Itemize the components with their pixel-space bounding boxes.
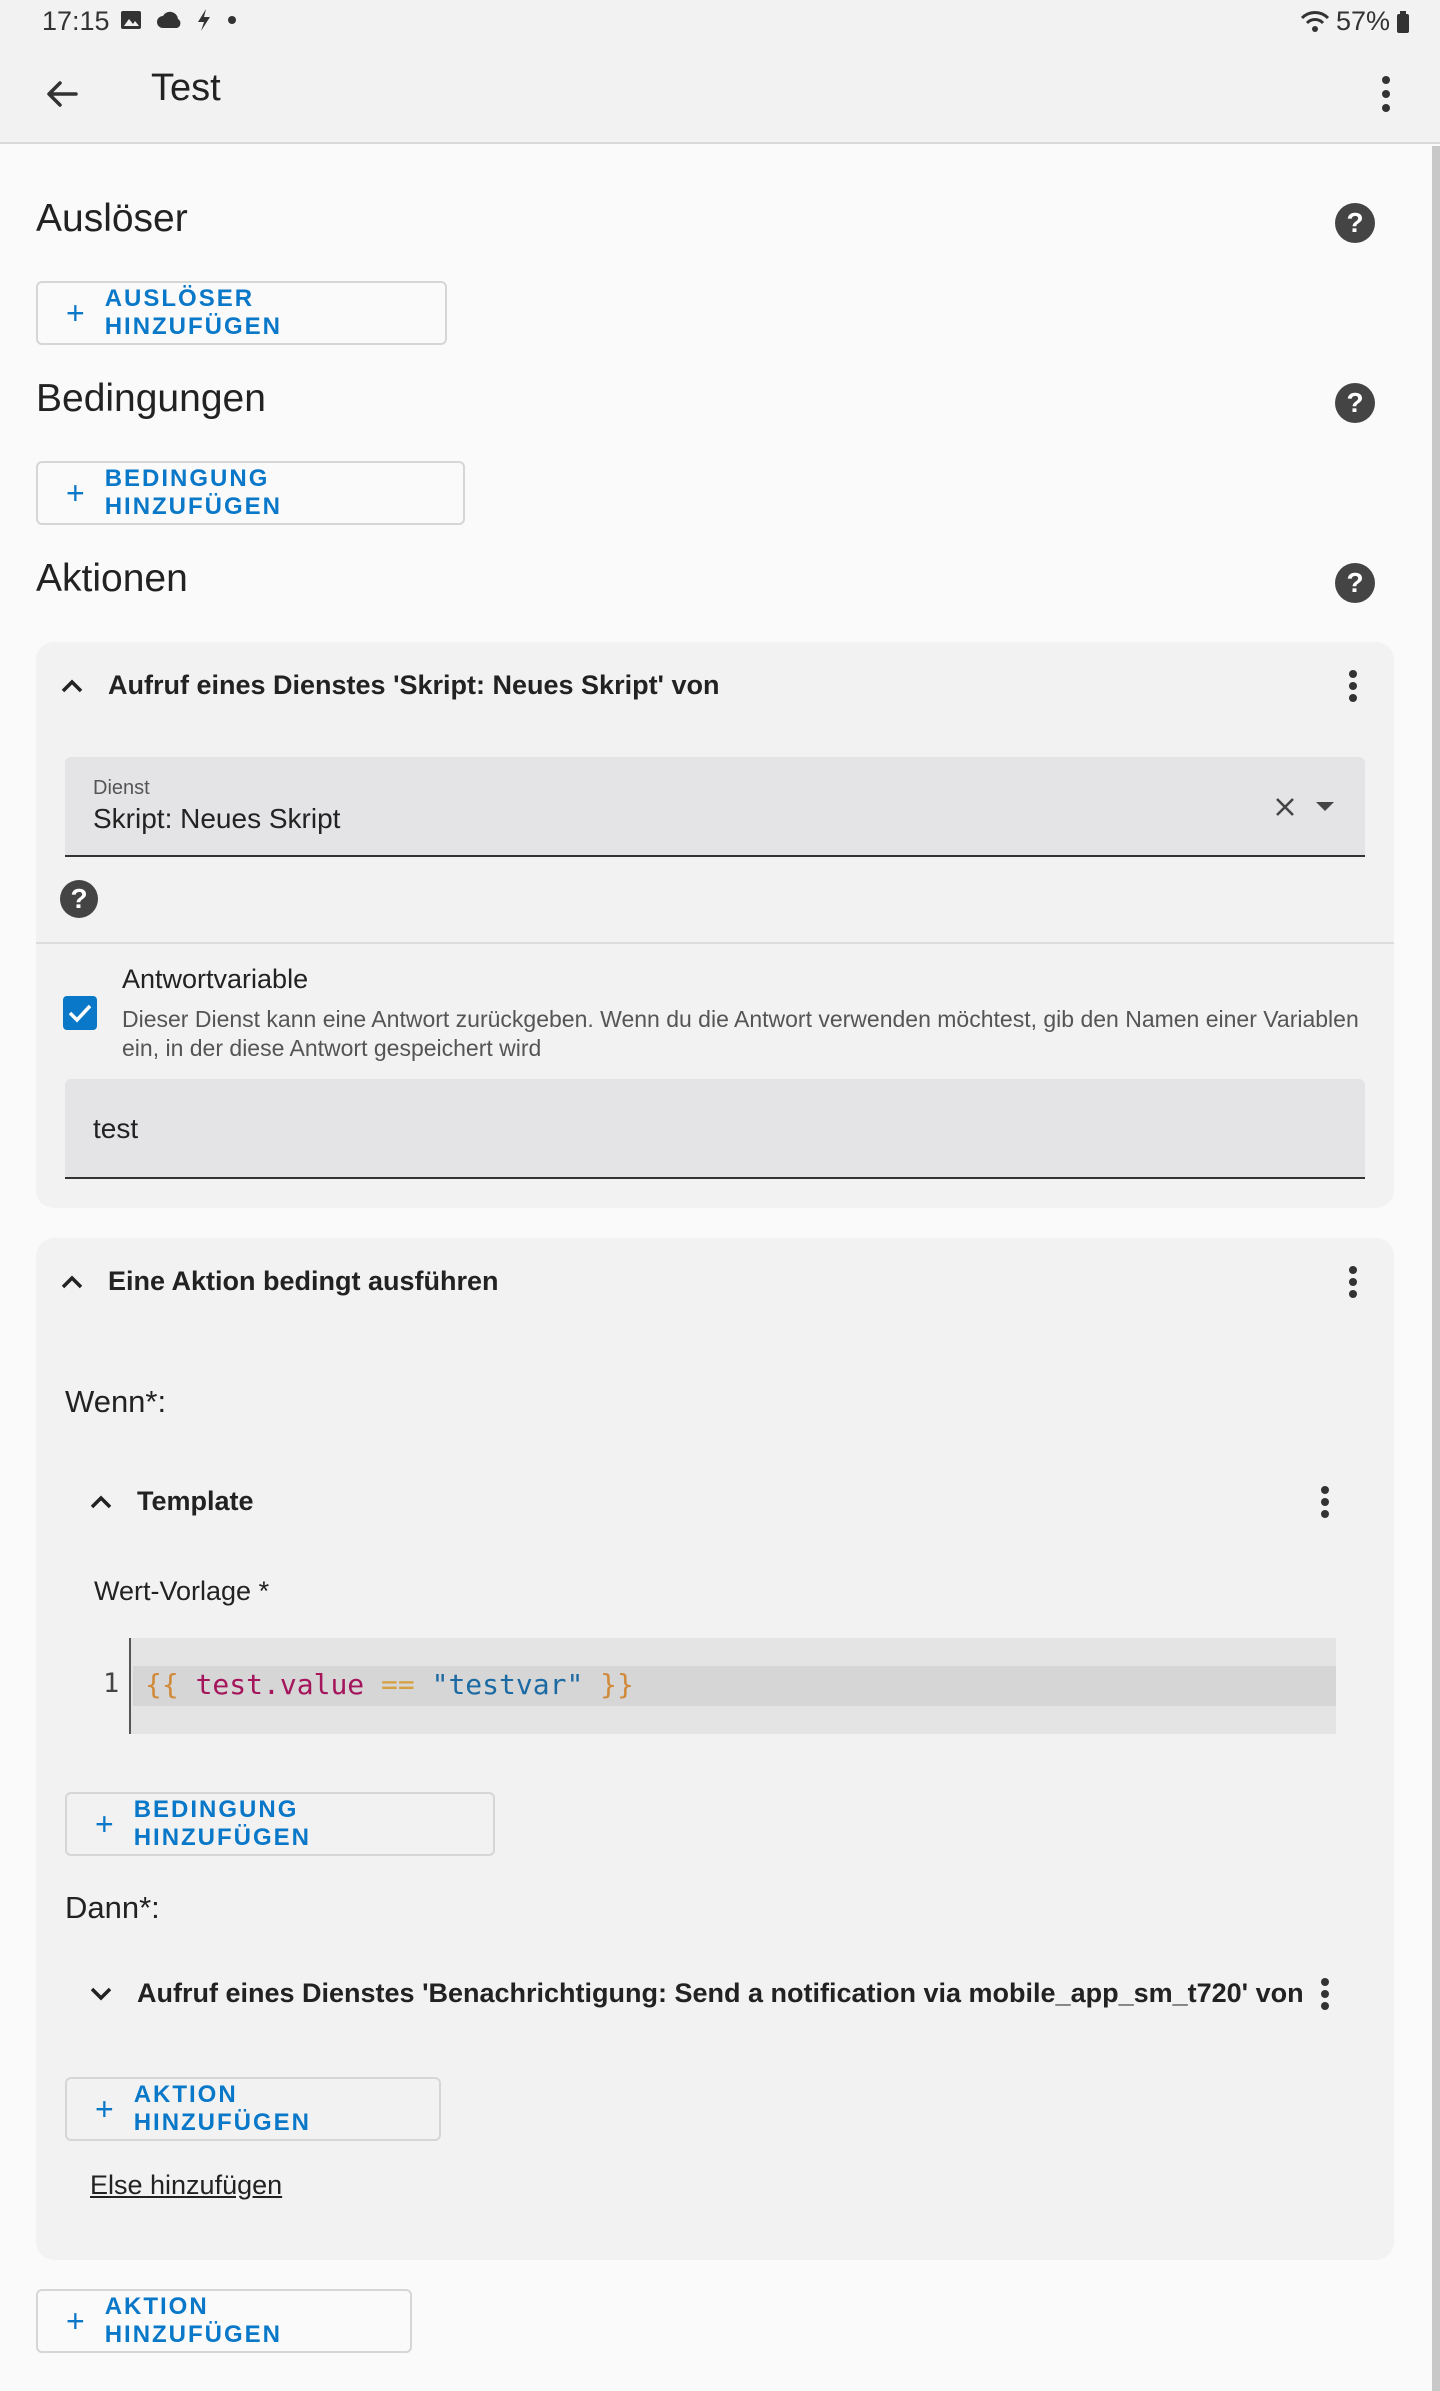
plus-icon: + [95, 1806, 116, 1842]
dropdown-arrow-icon[interactable] [1315, 801, 1335, 813]
then-action-title[interactable]: Aufruf eines Dienstes 'Benachrichtigung:… [137, 1978, 1304, 2009]
battery-icon [1397, 10, 1409, 33]
battery-percent: 57% [1335, 6, 1390, 36]
notification-icons [120, 8, 238, 32]
add-else-link[interactable]: Else hinzufügen [90, 2170, 282, 2201]
plus-icon: + [66, 2303, 87, 2339]
condition-menu-icon[interactable] [1310, 1482, 1340, 1522]
actions-help-icon[interactable]: ? [1335, 563, 1375, 603]
status-right: 57% [1300, 6, 1410, 37]
chevron-up-icon[interactable] [58, 672, 86, 700]
conditions-help-icon[interactable]: ? [1335, 383, 1375, 423]
action-menu-icon[interactable] [1338, 1262, 1368, 1302]
action-menu-icon[interactable] [1338, 666, 1368, 706]
plus-icon: + [95, 2091, 116, 2127]
more-vert-icon[interactable] [1364, 70, 1408, 118]
plus-icon: + [66, 295, 87, 331]
add-trigger-label: AUSLÖSER HINZUFÜGEN [104, 285, 283, 340]
template-field-label: Wert-Vorlage * [94, 1576, 270, 1606]
action-service-title[interactable]: Aufruf eines Dienstes 'Skript: Neues Skr… [108, 670, 719, 701]
add-condition-label: BEDINGUNG HINZUFÜGEN [104, 465, 283, 520]
add-action-label: AKTION HINZUFÜGEN [104, 2293, 283, 2348]
add-trigger-button[interactable]: + AUSLÖSER HINZUFÜGEN [36, 281, 447, 345]
page-title: Test [151, 67, 221, 109]
dot-icon [228, 16, 236, 24]
add-condition-button[interactable]: + BEDINGUNG HINZUFÜGEN [36, 461, 465, 525]
conditions-title: Bedingungen [36, 377, 266, 420]
then-label: Dann*: [65, 1890, 160, 1925]
code-line[interactable]: {{ test.value == "testvar" }} [145, 1668, 634, 1701]
triggers-title: Auslöser [36, 197, 188, 240]
response-checkbox[interactable] [63, 996, 97, 1030]
scrollbar[interactable] [1432, 146, 1440, 2391]
image-icon [121, 11, 141, 29]
plus-icon: + [66, 475, 87, 511]
if-label: Wenn*: [65, 1384, 167, 1419]
service-select[interactable]: Dienst Skript: Neues Skript [65, 757, 1365, 857]
triggers-help-icon[interactable]: ? [1335, 203, 1375, 243]
response-description: Dieser Dienst kann eine Antwort zurückge… [122, 1006, 1359, 1061]
back-arrow-icon[interactable] [40, 72, 84, 116]
wifi-icon [1300, 10, 1330, 32]
check-icon [68, 1004, 92, 1023]
service-select-label: Dienst [93, 777, 150, 799]
action-card-choose: Eine Aktion bedingt ausführen Wenn*: Tem… [36, 1238, 1394, 2260]
add-action-inner-button[interactable]: + AKTION HINZUFÜGEN [65, 2077, 441, 2141]
add-condition-inner-label: BEDINGUNG HINZUFÜGEN [133, 1796, 312, 1851]
actions-title: Aktionen [36, 557, 188, 600]
service-help-icon[interactable]: ? [60, 880, 98, 918]
action-choose-title[interactable]: Eine Aktion bedingt ausführen [108, 1266, 499, 1297]
app-bar: Test [0, 44, 1440, 144]
status-time: 17:15 [42, 6, 110, 36]
chevron-up-icon[interactable] [87, 1488, 115, 1516]
clear-icon[interactable] [1273, 795, 1297, 819]
response-variable-value: test [93, 1113, 139, 1144]
service-select-value: Skript: Neues Skript [93, 803, 341, 834]
cloud-icon [157, 11, 181, 28]
condition-title[interactable]: Template [137, 1486, 254, 1517]
chevron-up-icon[interactable] [58, 1268, 86, 1296]
add-action-button[interactable]: + AKTION HINZUFÜGEN [36, 2289, 412, 2353]
divider [36, 942, 1394, 944]
status-bar: 17:15 57% [0, 0, 1440, 44]
action-card-service: Aufruf eines Dienstes 'Skript: Neues Skr… [36, 642, 1394, 1208]
chevron-down-icon[interactable] [87, 1980, 115, 2008]
add-condition-inner-button[interactable]: + BEDINGUNG HINZUFÜGEN [65, 1792, 495, 1856]
response-variable-input[interactable]: test [65, 1079, 1365, 1179]
then-action-menu-icon[interactable] [1310, 1974, 1340, 2014]
code-editor[interactable]: 1 {{ test.value == "testvar" }} [93, 1638, 1336, 1734]
add-action-inner-label: AKTION HINZUFÜGEN [133, 2081, 312, 2136]
response-title: Antwortvariable [122, 964, 309, 994]
flash-icon [198, 9, 210, 31]
line-number: 1 [103, 1668, 120, 1699]
